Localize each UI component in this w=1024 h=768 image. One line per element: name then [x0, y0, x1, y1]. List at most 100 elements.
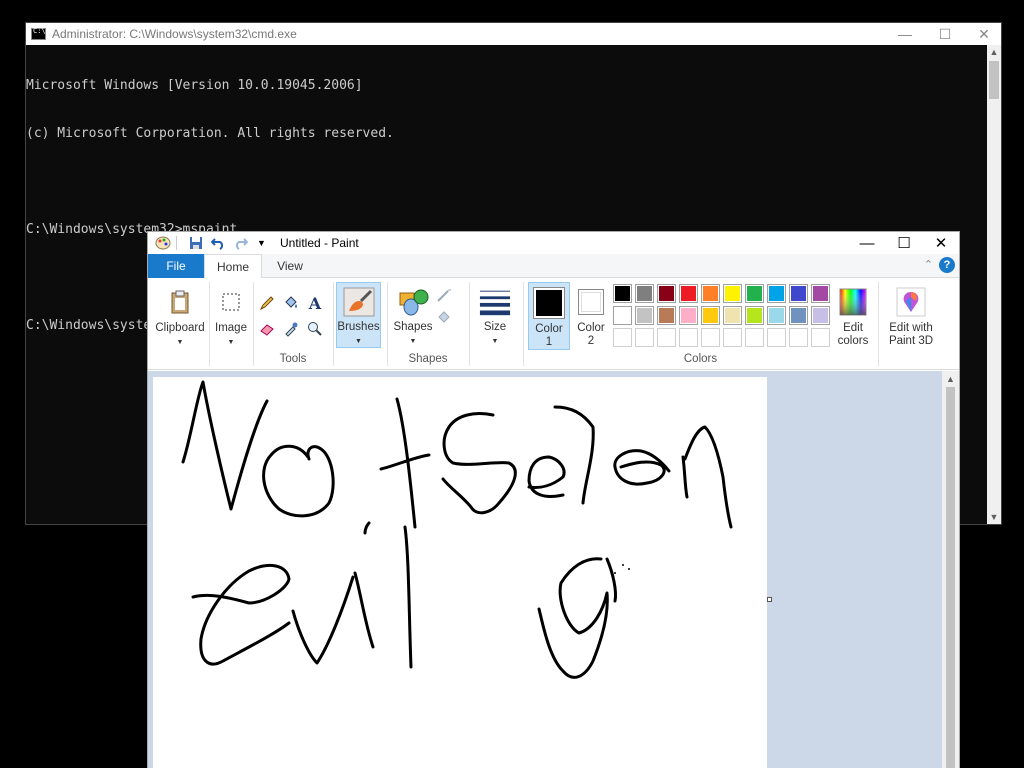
tools-group-label: Tools: [279, 353, 307, 365]
color-picker-icon[interactable]: [282, 320, 300, 338]
palette-swatch[interactable]: [811, 284, 830, 303]
scroll-down-arrow-icon[interactable]: ▼: [987, 510, 1001, 524]
palette-swatch[interactable]: [745, 306, 764, 325]
palette-swatch[interactable]: [635, 306, 654, 325]
palette-swatch[interactable]: [613, 306, 632, 325]
brushes-button[interactable]: Brushes ▼: [336, 282, 381, 348]
brushes-label: Brushes: [337, 321, 380, 333]
palette-swatch[interactable]: [745, 328, 764, 347]
customize-qa-dropdown-icon[interactable]: ▼: [253, 235, 270, 251]
color2-swatch: [578, 289, 604, 315]
pencil-icon[interactable]: [258, 294, 276, 312]
paint3d-label-line1: Edit with: [889, 322, 933, 334]
edit-colors-label-line1: Edit: [843, 322, 863, 334]
group-separator: [333, 282, 334, 366]
palette-swatch[interactable]: [701, 284, 720, 303]
dropdown-arrow-icon: ▼: [355, 338, 362, 345]
palette-swatch[interactable]: [657, 306, 676, 325]
palette-swatch[interactable]: [723, 306, 742, 325]
save-icon[interactable]: [187, 235, 204, 251]
palette-swatch[interactable]: [789, 328, 808, 347]
drawing-canvas[interactable]: [153, 377, 767, 768]
paint-titlebar[interactable]: ▼ Untitled - Paint — ☐ ✕: [148, 232, 959, 254]
clipboard-button[interactable]: Clipboard ▼: [152, 282, 208, 366]
color1-swatch: [533, 287, 565, 319]
palette-swatch[interactable]: [679, 284, 698, 303]
palette-swatch[interactable]: [767, 328, 786, 347]
color2-button[interactable]: Color 2: [571, 282, 611, 350]
scroll-up-arrow-icon[interactable]: ▲: [942, 371, 959, 386]
close-icon[interactable]: ✕: [965, 23, 1003, 45]
close-icon[interactable]: ✕: [922, 232, 959, 254]
colors-group-label: Colors: [683, 353, 718, 365]
fill-icon[interactable]: [436, 308, 454, 326]
minimize-ribbon-chevron-icon[interactable]: ⌃: [924, 258, 933, 271]
handwriting-strokes: [181, 380, 733, 679]
palette-swatch[interactable]: [789, 284, 808, 303]
paint-window-title: Untitled - Paint: [280, 236, 359, 250]
minimize-icon[interactable]: —: [886, 23, 924, 45]
palette-swatch[interactable]: [789, 306, 808, 325]
palette-swatch[interactable]: [679, 306, 698, 325]
tab-view[interactable]: View: [262, 254, 318, 278]
color1-label-line1: Color: [535, 323, 563, 335]
paint-app-icon[interactable]: [154, 235, 171, 251]
shapes-label: Shapes: [393, 321, 433, 333]
edit-with-paint3d-button[interactable]: Edit with Paint 3D: [882, 282, 940, 352]
eraser-icon[interactable]: [258, 320, 276, 338]
edit-colors-button[interactable]: Edit colors: [831, 282, 875, 352]
tab-file[interactable]: File: [148, 254, 204, 278]
paint-window[interactable]: ▼ Untitled - Paint — ☐ ✕ File Home View …: [147, 231, 960, 768]
palette-swatch[interactable]: [745, 284, 764, 303]
palette-swatch[interactable]: [635, 284, 654, 303]
canvas-workspace[interactable]: [148, 371, 959, 768]
undo-icon[interactable]: [210, 235, 227, 251]
palette-swatch[interactable]: [811, 328, 830, 347]
maximize-icon[interactable]: ☐: [885, 232, 923, 254]
ribbon-tabs: File Home View ⌃ ?: [148, 254, 959, 279]
cmd-titlebar[interactable]: Administrator: C:\Windows\system32\cmd.e…: [26, 23, 1001, 45]
size-label: Size: [483, 321, 507, 333]
color2-label-line1: Color: [577, 322, 605, 334]
clipboard-label: Clipboard: [155, 322, 205, 334]
palette-swatch[interactable]: [657, 284, 676, 303]
canvas-resize-handle[interactable]: [767, 597, 772, 602]
palette-swatch[interactable]: [701, 328, 720, 347]
palette-swatch[interactable]: [635, 328, 654, 347]
tab-home[interactable]: Home: [204, 254, 262, 279]
size-button[interactable]: Size ▼: [474, 282, 516, 348]
palette-swatch[interactable]: [767, 306, 786, 325]
image-button[interactable]: Image ▼: [211, 282, 251, 366]
canvas-vertical-scrollbar[interactable]: ▲: [942, 371, 959, 768]
palette-swatch[interactable]: [701, 306, 720, 325]
palette-swatch[interactable]: [679, 328, 698, 347]
palette-swatch[interactable]: [657, 328, 676, 347]
scroll-thumb[interactable]: [946, 387, 955, 768]
minimize-icon[interactable]: —: [848, 232, 886, 254]
fill-bucket-icon[interactable]: [282, 294, 300, 312]
maximize-icon[interactable]: ☐: [926, 23, 964, 45]
scroll-up-arrow-icon[interactable]: ▲: [987, 45, 1001, 59]
palette-swatch[interactable]: [613, 328, 632, 347]
group-separator: [209, 282, 210, 366]
color1-label-line2: 1: [545, 336, 553, 348]
outline-icon[interactable]: [436, 286, 454, 304]
magnifier-icon[interactable]: [306, 320, 324, 338]
redo-icon[interactable]: [232, 235, 249, 251]
palette-swatch[interactable]: [723, 284, 742, 303]
paint3d-label-line2: Paint 3D: [888, 335, 934, 347]
dropdown-arrow-icon: ▼: [491, 338, 499, 345]
palette-swatch[interactable]: [613, 284, 632, 303]
select-icon: [215, 286, 247, 318]
color1-button[interactable]: Color 1: [528, 282, 570, 350]
palette-swatch[interactable]: [767, 284, 786, 303]
text-tool-icon[interactable]: A: [306, 294, 324, 313]
help-icon[interactable]: ?: [939, 257, 955, 273]
cmd-vertical-scrollbar[interactable]: ▲ ▼: [987, 45, 1001, 524]
palette-swatch[interactable]: [723, 328, 742, 347]
palette-swatch[interactable]: [811, 306, 830, 325]
shapes-button[interactable]: Shapes ▼: [391, 282, 435, 348]
scroll-thumb[interactable]: [989, 61, 999, 99]
dropdown-arrow-icon: ▼: [227, 339, 235, 346]
